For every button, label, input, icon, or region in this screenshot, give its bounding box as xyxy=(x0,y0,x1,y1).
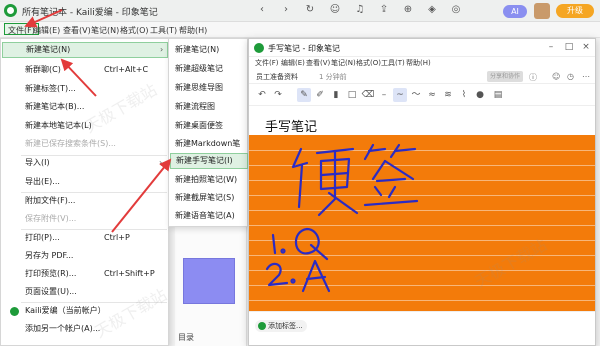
stroke-size-icon[interactable]: ≈ xyxy=(425,88,439,102)
file-menu-item[interactable]: 导入(I) › xyxy=(2,155,168,171)
highlighter-icon[interactable]: ▮ xyxy=(329,88,343,102)
minimize-icon[interactable]: – xyxy=(545,42,557,52)
note-list-label: 目录 xyxy=(178,333,194,342)
evernote-logo-icon xyxy=(4,4,17,17)
note-menu-help[interactable]: 帮助(H) xyxy=(406,58,431,68)
evernote-logo-icon xyxy=(254,43,264,53)
file-menu-item[interactable]: 新建已保存搜索条件(S)... xyxy=(2,136,168,152)
submenu-item[interactable]: 新建语音笔记(A) xyxy=(170,208,248,224)
menu-help[interactable]: 帮助(H) xyxy=(179,25,207,36)
file-menu-item[interactable]: 新建本地笔记本(L) xyxy=(2,118,168,134)
handwriting-toolbar: ↶ ↷ ✎ ✐ ▮ □ ⌫ – ~ 〜 ≈ ≋ ⌇ ● ▤ xyxy=(249,84,595,106)
file-menu-item[interactable]: 新建笔记(N) › xyxy=(2,42,168,58)
share-button[interactable]: 分享和协作 xyxy=(487,71,523,82)
account-green-icon xyxy=(10,307,19,316)
note-info-bar: 员工准备资料 1 分钟前 分享和协作 ⓘ ☺ ◷ ⋯ xyxy=(249,69,595,84)
note-footer: 添加标签... xyxy=(249,311,595,345)
reminder-icon[interactable]: ◷ xyxy=(567,72,574,81)
file-menu-item[interactable]: 附加文件(F)... xyxy=(2,193,168,209)
submenu-item[interactable]: 新建拍照笔记(W) xyxy=(170,172,248,188)
handwriting-ink xyxy=(265,143,419,293)
shape-icon[interactable]: □ xyxy=(345,88,359,102)
note-menu-note[interactable]: 笔记(N) xyxy=(331,58,356,68)
menu-bar: 文件(F) 编辑(E) 查看(V) 笔记(N) 格式(O) 工具(T) 帮助(H… xyxy=(0,22,600,38)
stroke-size-large-icon[interactable]: ≋ xyxy=(441,88,455,102)
file-menu-item[interactable]: 新建标签(T)... xyxy=(2,81,168,97)
account-icon[interactable]: ☺ xyxy=(328,4,342,15)
window-title: 所有笔记本 - Kaili爱编 - 印象笔记 xyxy=(22,8,158,18)
submenu-item[interactable]: 新建笔记(N) xyxy=(170,42,248,58)
ai-button[interactable]: AI xyxy=(503,5,527,18)
note-menu-file[interactable]: 文件(F) xyxy=(255,58,279,68)
more-icon[interactable]: ⋯ xyxy=(582,72,590,81)
info-icon[interactable]: ⓘ xyxy=(529,72,537,83)
submenu-item[interactable]: 新建流程图 xyxy=(170,99,248,115)
avatar[interactable] xyxy=(534,3,550,19)
chevron-right-icon: › xyxy=(159,158,163,167)
handwriting-note-window: 手写笔记 - 印象笔记 – □ × 文件(F) 编辑(E) 查看(V) 笔记(N… xyxy=(248,38,596,346)
upgrade-button[interactable]: 升级 xyxy=(556,4,594,18)
back-icon[interactable]: ‹ xyxy=(255,4,269,15)
handwriting-canvas[interactable] xyxy=(249,135,595,311)
submenu-item[interactable]: 新建截屏笔记(S) xyxy=(170,190,248,206)
redo-icon[interactable]: ↷ xyxy=(271,88,285,102)
add-tag-button[interactable]: 添加标签... xyxy=(255,320,307,332)
person-icon[interactable]: ☺ xyxy=(552,72,560,81)
file-menu-item[interactable]: 添加另一个帐户(A)... xyxy=(2,321,168,337)
menu-format[interactable]: 格式(O) xyxy=(120,25,149,36)
file-menu-item[interactable]: 新建笔记本(B)... xyxy=(2,99,168,115)
notification-icon[interactable]: ♫ xyxy=(353,4,367,15)
note-menu-view[interactable]: 查看(V) xyxy=(306,58,330,68)
note-menu-edit[interactable]: 编辑(E) xyxy=(281,58,305,68)
undo-icon[interactable]: ↶ xyxy=(255,88,269,102)
stroke-color-icon[interactable]: ● xyxy=(473,88,487,102)
tag-icon[interactable]: ◈ xyxy=(425,4,439,15)
pencil-icon[interactable]: ✐ xyxy=(313,88,327,102)
note-title[interactable]: 手写笔记 xyxy=(265,116,317,135)
note-updated-time: 1 分钟前 xyxy=(319,73,347,81)
file-menu-item[interactable]: 另存为 PDF... xyxy=(2,248,168,264)
add-icon[interactable]: ⊕ xyxy=(401,4,415,15)
file-menu-item[interactable]: 保存附件(V)... xyxy=(2,211,168,227)
file-menu: 新建笔记(N) › 新群聊(C) Ctrl+Alt+C 新建标签(T)... 新… xyxy=(0,38,169,346)
note-menu-tools[interactable]: 工具(T) xyxy=(381,58,405,68)
note-thumbnail[interactable] xyxy=(183,258,235,304)
menu-tools[interactable]: 工具(T) xyxy=(150,25,177,36)
close-icon[interactable]: × xyxy=(580,42,592,52)
chat-icon[interactable]: ◎ xyxy=(449,4,463,15)
submenu-item-handwriting[interactable]: 新建手写笔记(I) xyxy=(170,153,248,169)
menu-view[interactable]: 查看(V) xyxy=(63,25,91,36)
share-icon[interactable]: ⇪ xyxy=(377,4,391,15)
maximize-icon[interactable]: □ xyxy=(563,42,575,52)
submenu-item[interactable]: 新建桌面便签 xyxy=(170,118,248,134)
note-window-title: 手写笔记 - 印象笔记 xyxy=(268,44,340,53)
note-window-menubar: 文件(F) 编辑(E) 查看(V) 笔记(N) 格式(O) 工具(T) 帮助(H… xyxy=(249,57,595,69)
title-bar: 所有笔记本 - Kaili爱编 - 印象笔记 ‹ › ↻ ☺ ♫ ⇪ ⊕ ◈ ◎… xyxy=(0,0,600,22)
thin-stroke-icon[interactable]: – xyxy=(377,88,391,102)
file-menu-item[interactable]: 打印(P)... Ctrl+P xyxy=(2,230,168,246)
submenu-item[interactable]: 新建超级笔记 xyxy=(170,61,248,77)
chevron-right-icon: › xyxy=(160,45,164,54)
note-window-titlebar: 手写笔记 - 印象笔记 – □ × xyxy=(249,39,595,57)
sync-icon[interactable]: ↻ xyxy=(303,4,317,15)
note-menu-format[interactable]: 格式(O) xyxy=(356,58,381,68)
file-menu-item[interactable]: 打印预览(R)... Ctrl+Shift+P xyxy=(2,266,168,282)
file-menu-item[interactable]: 页面设置(U)... xyxy=(2,284,168,300)
pen-icon[interactable]: ✎ xyxy=(297,88,311,102)
menu-edit[interactable]: 编辑(E) xyxy=(33,25,60,36)
file-menu-item[interactable]: Kaili爱编（当前帐户） xyxy=(2,303,168,319)
submenu-item[interactable]: 新建Markdown笔 xyxy=(170,136,248,152)
eraser-icon[interactable]: ⌫ xyxy=(361,88,375,102)
file-menu-item[interactable]: 导出(E)... xyxy=(2,174,168,190)
submenu-item[interactable]: 新建思维导图 xyxy=(170,80,248,96)
brush-icon[interactable]: ⌇ xyxy=(457,88,471,102)
background-color-icon[interactable]: ▤ xyxy=(491,88,505,102)
forward-icon[interactable]: › xyxy=(279,4,293,15)
new-note-submenu: 新建笔记(N) 新建超级笔记 新建思维导图 新建流程图 新建桌面便签 新建Mar… xyxy=(168,38,248,227)
file-menu-item[interactable]: 新群聊(C) Ctrl+Alt+C xyxy=(2,62,168,78)
menu-note[interactable]: 笔记(N) xyxy=(91,25,119,36)
medium-stroke-icon[interactable]: ~ xyxy=(393,88,407,102)
notebook-selector[interactable]: 员工准备资料 xyxy=(256,72,298,82)
thick-stroke-icon[interactable]: 〜 xyxy=(409,88,423,102)
